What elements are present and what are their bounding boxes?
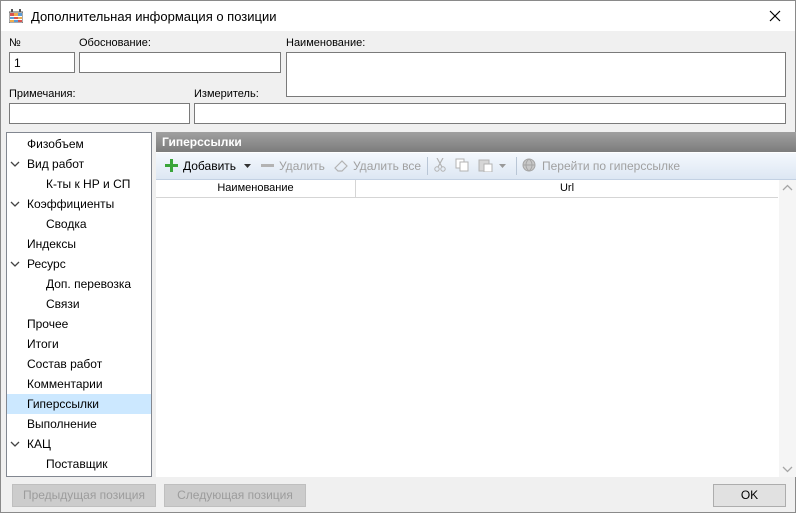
tree-item-label: Поставщик <box>46 457 108 471</box>
chevron-down-icon[interactable] <box>10 200 20 208</box>
tree-item[interactable]: Прочее <box>7 314 151 334</box>
goto-link-label: Перейти по гиперссылке <box>542 159 680 173</box>
dropdown-arrow-icon <box>244 164 251 168</box>
title-bar: Дополнительная информация о позиции <box>1 1 795 31</box>
paste-dropdown-arrow-icon <box>499 164 506 168</box>
tree-item-label: Вид работ <box>27 157 85 171</box>
tree-item-label: Сводка <box>46 217 87 231</box>
tree-item[interactable]: Ресурс <box>7 254 151 274</box>
grid-header: Наименование Url <box>156 180 778 198</box>
cut-button[interactable] <box>433 157 449 175</box>
close-icon <box>769 10 781 22</box>
previous-position-button[interactable]: Предыдущая позиция <box>12 484 156 507</box>
chevron-down-icon[interactable] <box>10 160 20 168</box>
tree-item-label: Доп. перевозка <box>46 277 132 291</box>
tree-item[interactable]: Сводка <box>7 214 151 234</box>
tree-item[interactable]: Состав работ <box>7 354 151 374</box>
tree-item-label: Состав работ <box>27 357 103 371</box>
next-position-button[interactable]: Следующая позиция <box>164 484 306 507</box>
copy-icon <box>455 158 469 172</box>
tree-item[interactable]: Физобъем <box>7 134 151 154</box>
paste-icon <box>478 159 493 172</box>
dialog-window: Дополнительная информация о позиции № Об… <box>0 0 796 513</box>
app-grid-icon <box>9 9 23 23</box>
delete-all-button[interactable]: Удалить все <box>334 157 422 175</box>
goto-link-button[interactable]: Перейти по гиперссылке <box>522 157 686 175</box>
tree-item-label: Ресурс <box>27 257 66 271</box>
ok-button[interactable]: OK <box>713 484 786 507</box>
unit-label: Измеритель: <box>194 88 259 100</box>
tree-item-label: Комментарии <box>27 377 103 391</box>
toolbar-separator <box>516 157 517 175</box>
tree-item[interactable]: Гиперссылки <box>7 394 151 414</box>
paste-button[interactable] <box>478 157 508 175</box>
scroll-down-arrow-icon <box>782 466 793 473</box>
tree-item[interactable]: Поставщик <box>7 454 151 474</box>
globe-icon <box>522 158 536 172</box>
name-field[interactable] <box>286 52 786 97</box>
tree-item-label: Связи <box>46 297 80 311</box>
name-label: Наименование: <box>286 37 366 49</box>
basis-label: Обоснование: <box>79 37 151 49</box>
copy-button[interactable] <box>455 157 471 175</box>
tree-item[interactable]: Комментарии <box>7 374 151 394</box>
tree-item[interactable]: Связи <box>7 294 151 314</box>
notes-label: Примечания: <box>9 88 76 100</box>
hyperlinks-toolbar: Добавить Удалить Удалить все Перейти по … <box>156 153 796 180</box>
tree-item-label: Гиперссылки <box>27 397 99 411</box>
unit-field[interactable] <box>194 103 786 124</box>
delete-label: Удалить <box>279 159 325 173</box>
column-header-url[interactable]: Url <box>356 180 778 197</box>
column-header-name[interactable]: Наименование <box>156 180 355 197</box>
chevron-down-icon[interactable] <box>10 260 20 268</box>
hyperlinks-panel: Гиперссылки Добавить Удалить Удалить все… <box>156 132 796 477</box>
plus-icon <box>165 159 178 172</box>
cut-icon <box>434 158 446 172</box>
section-tree: Физобъем Вид работ К-ты к НР и СП Коэффицие… <box>6 132 152 477</box>
window-title: Дополнительная информация о позиции <box>31 9 277 24</box>
number-label: № <box>9 37 21 49</box>
toolbar-separator <box>427 157 428 175</box>
tree-item[interactable]: Индексы <box>7 234 151 254</box>
add-button[interactable]: Добавить <box>165 157 253 175</box>
tree-item-label: К-ты к НР и СП <box>46 177 131 191</box>
tree-item-label: Физобъем <box>27 137 84 151</box>
tree-item[interactable]: КАЦ <box>7 434 151 454</box>
notes-field[interactable] <box>9 103 190 124</box>
tree-item-label: Выполнение <box>27 417 97 431</box>
tree-item[interactable]: Коэффициенты <box>7 194 151 214</box>
delete-all-label: Удалить все <box>353 159 422 173</box>
chevron-down-icon[interactable] <box>10 440 20 448</box>
scroll-up-arrow-icon <box>782 184 793 191</box>
close-button[interactable] <box>755 1 795 31</box>
eraser-icon <box>334 160 348 172</box>
basis-field[interactable] <box>79 52 281 73</box>
tree-item[interactable]: К-ты к НР и СП <box>7 174 151 194</box>
panel-title: Гиперссылки <box>156 132 796 152</box>
tree-item-label: Прочее <box>27 317 69 331</box>
add-label: Добавить <box>183 159 237 173</box>
vertical-scrollbar[interactable] <box>779 180 796 477</box>
tree-item-label: КАЦ <box>27 437 51 451</box>
tree-item[interactable]: Вид работ <box>7 154 151 174</box>
tree-item[interactable]: Доп. перевозка <box>7 274 151 294</box>
tree-item[interactable]: Итоги <box>7 334 151 354</box>
tree-item-label: Индексы <box>27 237 76 251</box>
minus-icon <box>261 164 274 167</box>
number-field[interactable] <box>9 52 75 73</box>
tree-item-label: Итоги <box>27 337 59 351</box>
tree-item[interactable]: Выполнение <box>7 414 151 434</box>
delete-button[interactable]: Удалить <box>261 157 327 175</box>
tree-item-label: Коэффициенты <box>27 197 115 211</box>
